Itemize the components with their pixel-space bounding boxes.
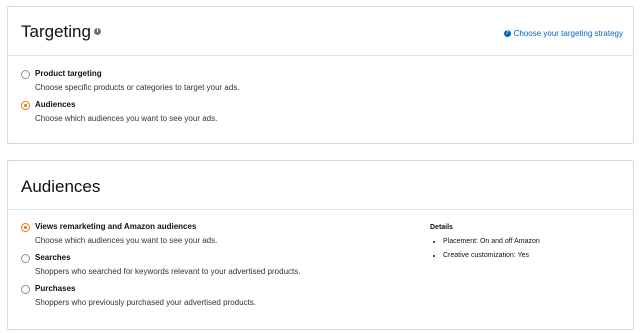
option-label: Searches [35, 253, 71, 262]
radio-audiences[interactable] [21, 101, 30, 110]
option-views-remarketing[interactable]: Views remarketing and Amazon audiences C… [21, 222, 217, 246]
option-label: Views remarketing and Amazon audiences [35, 222, 197, 231]
option-description: Choose which audiences you want to see y… [35, 236, 218, 245]
help-icon: ? [503, 30, 511, 37]
info-icon[interactable]: i [93, 28, 101, 36]
details-list: Placement: On and off Amazon Creative cu… [430, 237, 540, 260]
audiences-title: Audiences [21, 177, 101, 196]
option-label: Purchases [35, 284, 76, 293]
option-product-targeting[interactable]: Product targeting Choose specific produc… [21, 69, 240, 93]
details-title: Details [430, 224, 453, 231]
option-audiences[interactable]: Audiences Choose which audiences you wan… [21, 100, 217, 124]
choose-strategy-link[interactable]: ? Choose your targeting strategy [503, 29, 623, 38]
targeting-panel: Targeting i ? Choose your targeting strat… [7, 6, 634, 144]
option-description: Shoppers who previously purchased your a… [35, 298, 257, 307]
option-description: Choose specific products or categories t… [35, 83, 240, 92]
audiences-header: Audiences [8, 161, 633, 210]
choose-strategy-link-label[interactable]: Choose your targeting strategy [514, 29, 623, 38]
option-label: Product targeting [35, 69, 102, 78]
option-searches[interactable]: Searches Shoppers who searched for keywo… [21, 253, 300, 277]
radio-views-remarketing[interactable] [21, 223, 30, 232]
option-description: Shoppers who searched for keywords relev… [35, 267, 301, 276]
details-item: Placement: On and off Amazon [443, 237, 540, 246]
radio-product-targeting[interactable] [21, 70, 30, 79]
audiences-panel: Audiences Views remarketing and Amazon a… [7, 160, 634, 330]
details-item: Creative customization: Yes [443, 251, 540, 260]
targeting-header: Targeting i ? Choose your targeting strat… [8, 7, 633, 56]
radio-purchases[interactable] [21, 285, 30, 294]
radio-searches[interactable] [21, 254, 30, 263]
option-purchases[interactable]: Purchases Shoppers who previously purcha… [21, 284, 256, 308]
option-label: Audiences [35, 100, 76, 109]
option-description: Choose which audiences you want to see y… [35, 114, 218, 123]
targeting-title: Targeting i [21, 22, 101, 42]
targeting-title-text: Targeting [21, 22, 91, 41]
details-section: Details Placement: On and off Amazon Cre… [430, 224, 540, 265]
